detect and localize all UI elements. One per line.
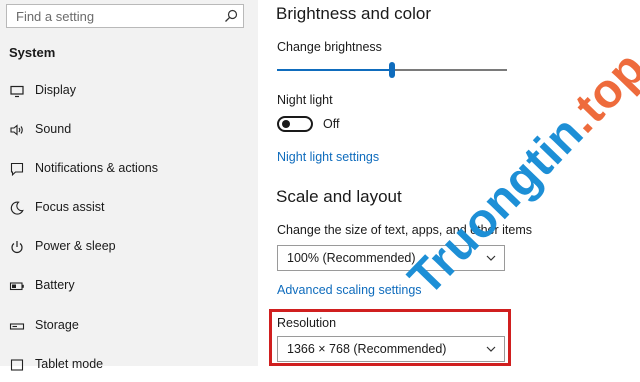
search-box[interactable]: Find a setting <box>6 4 244 28</box>
main-panel: Brightness and color Change brightness N… <box>258 0 640 366</box>
sidebar-item-tablet-mode[interactable]: Tablet mode <box>0 348 258 382</box>
sidebar-item-label: Tablet mode <box>35 357 104 371</box>
night-light-label: Night light <box>277 93 333 107</box>
sidebar-item-power-sleep[interactable]: Power & sleep <box>0 230 258 264</box>
toggle-knob <box>282 120 290 128</box>
chevron-down-icon <box>486 255 496 261</box>
brightness-heading: Brightness and color <box>276 4 431 23</box>
monitor-icon <box>10 85 24 98</box>
storage-icon <box>9 323 25 330</box>
tablet-icon <box>10 359 24 371</box>
brightness-slider-label: Change brightness <box>277 40 382 54</box>
resolution-highlight-box <box>269 309 511 366</box>
search-icon[interactable] <box>224 9 238 23</box>
sidebar-item-display[interactable]: Display <box>0 74 258 108</box>
power-icon <box>11 241 23 254</box>
sidebar-item-storage[interactable]: Storage <box>0 309 258 343</box>
search-input[interactable]: Find a setting <box>16 9 94 24</box>
sidebar-item-label: Notifications & actions <box>35 161 158 175</box>
slider-thumb[interactable] <box>389 62 395 78</box>
moon-icon <box>10 201 24 215</box>
night-light-toggle[interactable] <box>277 116 313 132</box>
section-title: System <box>9 45 56 60</box>
night-light-settings-link[interactable]: Night light settings <box>277 150 379 164</box>
notification-icon <box>10 162 24 177</box>
brightness-slider[interactable] <box>277 62 507 78</box>
battery-icon <box>9 282 24 291</box>
sidebar-item-label: Battery <box>35 278 75 292</box>
speaker-icon <box>10 124 23 136</box>
sidebar-item-label: Focus assist <box>35 200 105 214</box>
sidebar-item-notifications[interactable]: Notifications & actions <box>0 152 258 186</box>
scale-dropdown-value: 100% (Recommended) <box>287 251 416 265</box>
slider-fill <box>277 69 392 71</box>
sidebar-item-sound[interactable]: Sound <box>0 113 258 147</box>
sidebar-item-battery[interactable]: Battery <box>0 269 258 303</box>
scale-heading: Scale and layout <box>276 187 402 206</box>
sidebar-item-label: Sound <box>35 122 72 136</box>
sidebar-item-focus-assist[interactable]: Focus assist <box>0 191 258 225</box>
sidebar-item-label: Display <box>35 83 76 97</box>
sidebar: Find a setting System Display Sound Noti… <box>0 0 258 371</box>
night-light-toggle-state: Off <box>323 117 340 131</box>
sidebar-item-label: Power & sleep <box>35 239 116 253</box>
sidebar-item-label: Storage <box>35 318 79 332</box>
advanced-scaling-link[interactable]: Advanced scaling settings <box>277 283 422 297</box>
